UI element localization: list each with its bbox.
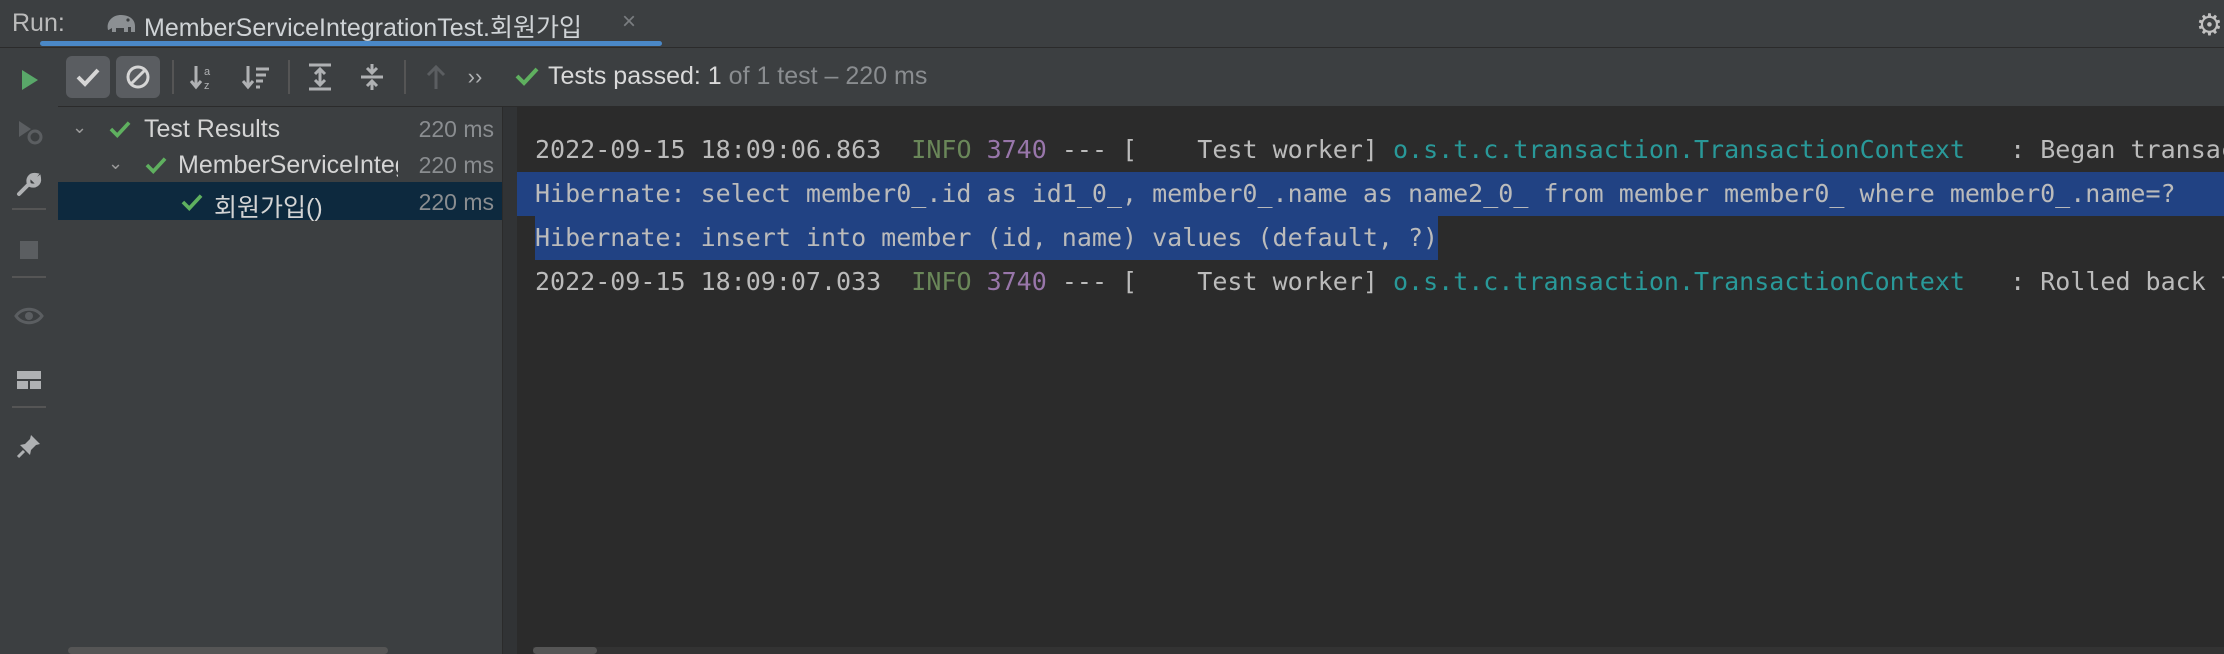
show-passed-button[interactable] [66, 56, 110, 98]
sort-duration-icon [241, 66, 269, 90]
eye-icon [14, 307, 44, 325]
tree-item-duration: 220 ms [414, 152, 494, 179]
sort-alphabetically-button[interactable]: az [182, 56, 226, 98]
run-tab[interactable]: MemberServiceIntegrationTest.회원가입 × [92, 0, 662, 47]
test-tree: ⌄ Test Results 220 ms ⌄ MemberServiceInt… [58, 107, 503, 654]
pin-icon [16, 435, 40, 459]
log-pid: 3740 [986, 267, 1047, 296]
run-label: Run: [12, 9, 65, 37]
log-message: : Rolled back transaction for test: [Def… [2010, 267, 2224, 296]
rerun-failed-icon [19, 121, 43, 145]
passed-check-icon [145, 157, 167, 174]
horizontal-scrollbar-track[interactable] [533, 647, 2224, 654]
toolbar-separator [404, 60, 406, 94]
svg-text:a: a [204, 66, 211, 78]
collapse-all-icon [361, 64, 383, 90]
chevron-down-icon[interactable]: ⌄ [72, 117, 87, 138]
toolbar-separator [12, 208, 46, 210]
checkmark-icon [76, 68, 100, 87]
collapse-all-button[interactable] [350, 56, 394, 98]
show-ignored-button[interactable] [116, 56, 160, 98]
left-toolbar [0, 48, 59, 654]
tree-item-test-class[interactable]: ⌄ MemberServiceIntegrationTest 220 ms [58, 145, 502, 183]
settings-button[interactable] [0, 162, 58, 206]
rerun-failed-button[interactable] [0, 110, 58, 154]
sort-alpha-icon: az [189, 66, 211, 92]
active-tab-indicator [40, 41, 662, 46]
previous-failed-button[interactable] [414, 56, 458, 98]
toolbar-separator [288, 60, 290, 94]
gear-icon[interactable]: ⚙ [2196, 8, 2223, 43]
log-message: : Began transaction (1) for test context… [2010, 135, 2224, 164]
tree-item-duration: 220 ms [414, 116, 494, 143]
test-status: Tests passed: 1 of 1 test – 220 ms [548, 62, 927, 91]
test-toolbar: az ›› Tests passed: 1 of 1 test – 220 ms [58, 48, 2224, 107]
close-icon[interactable]: × [622, 8, 636, 36]
console-line-selected: Hibernate: insert into member (id, name)… [517, 216, 2224, 260]
console-gutter [503, 107, 517, 654]
console-line: 2022-09-15 18:09:07.033 INFO 3740 --- [ … [517, 260, 2224, 304]
console-line: 2022-09-15 18:09:06.863 INFO 3740 --- [ … [517, 128, 2224, 172]
chevron-right-double-icon: ›› [467, 64, 483, 89]
log-level: INFO [911, 135, 972, 164]
tree-item-test-results[interactable]: ⌄ Test Results 220 ms [58, 109, 502, 147]
console-line-selected: Hibernate: select member0_.id as id1_0_,… [517, 172, 2224, 216]
layout-button[interactable] [0, 358, 58, 402]
toolbar-separator [12, 406, 46, 408]
log-thread: --- [ Test worker] [1046, 135, 1393, 164]
passed-check-icon [181, 194, 203, 211]
horizontal-scrollbar-thumb[interactable] [533, 647, 597, 654]
stop-button[interactable] [0, 228, 58, 272]
selected-text: Hibernate: insert into member (id, name)… [535, 216, 1439, 260]
log-level: INFO [911, 267, 972, 296]
passed-check-icon [515, 67, 539, 86]
svg-text:z: z [204, 80, 210, 92]
log-timestamp: 2022-09-15 18:09:07.033 [535, 267, 882, 296]
arrow-up-icon [426, 64, 446, 89]
wrench-icon [17, 172, 42, 196]
tests-passed-text: Tests passed: 1 [548, 62, 722, 90]
console-output[interactable]: 2022-09-15 18:09:06.863 INFO 3740 --- [ … [503, 107, 2224, 654]
run-icon [22, 70, 38, 90]
chevron-down-icon[interactable]: ⌄ [108, 153, 123, 174]
expand-all-button[interactable] [298, 56, 342, 98]
pin-button[interactable] [0, 424, 58, 468]
run-button[interactable] [0, 58, 58, 102]
log-thread: --- [ Test worker] [1046, 267, 1393, 296]
passed-check-icon [109, 121, 131, 138]
sort-by-duration-button[interactable] [234, 56, 278, 98]
log-pid: 3740 [986, 135, 1047, 164]
horizontal-scrollbar[interactable] [68, 647, 388, 654]
ignored-icon [126, 65, 150, 89]
tree-item-duration: 220 ms [414, 189, 494, 216]
tree-item-test-method[interactable]: 회원가입() 220 ms [58, 182, 502, 222]
tests-total-text: of 1 test – 220 ms [721, 62, 928, 90]
expand-all-icon [309, 63, 331, 91]
layout-icon [17, 371, 41, 389]
toolbar-separator [172, 60, 174, 94]
tree-item-label: 회원가입() [214, 194, 323, 222]
gradle-elephant-icon [107, 15, 135, 32]
more-actions-button[interactable]: ›› [458, 56, 492, 98]
log-timestamp: 2022-09-15 18:09:06.863 [535, 135, 882, 164]
toolbar-separator [12, 276, 46, 278]
tree-item-label: Test Results [144, 115, 281, 143]
tree-item-label: MemberServiceIntegrationTest [178, 151, 398, 179]
run-tab-title: MemberServiceIntegrationTest.회원가입 [144, 14, 582, 42]
run-tool-window-header: Run: MemberServiceIntegrationTest.회원가입 ×… [0, 0, 2224, 48]
stop-icon [20, 241, 38, 259]
view-options-button[interactable] [0, 294, 58, 338]
log-logger: o.s.t.c.transaction.TransactionContext [1392, 135, 1965, 164]
log-logger: o.s.t.c.transaction.TransactionContext [1392, 267, 1965, 296]
